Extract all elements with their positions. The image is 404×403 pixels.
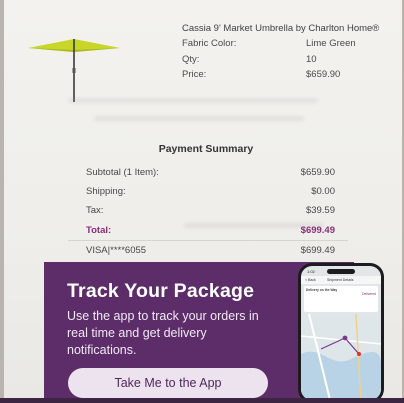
detail-value-fabric-color: Lime Green <box>306 38 356 49</box>
summary-label-subtotal: Subtotal (1 Item): <box>86 167 159 178</box>
product-name: Cassia 9' Market Umbrella by Charlton Ho… <box>182 23 380 34</box>
phone-back-link: < Back <box>305 278 316 282</box>
promo-title: Track Your Package <box>67 280 255 302</box>
phone-nav-title: Shipment Details <box>327 278 354 282</box>
promo-body: Use the app to track your orders in real… <box>67 309 259 357</box>
phone-shipment-card: Delivery on the Way Delivered <box>304 286 378 312</box>
summary-value-subtotal: $659.90 <box>300 167 335 178</box>
phone-screen: 1:02 < Back Shipment Details Delivery on… <box>301 266 381 400</box>
detail-value-price: $659.90 <box>306 69 341 80</box>
banner-bottom-edge <box>0 398 404 403</box>
phone-mockup: 1:02 < Back Shipment Details Delivery on… <box>298 263 384 403</box>
summary-divider <box>68 240 348 241</box>
show-through-smudge <box>68 98 318 103</box>
phone-map <box>301 313 381 400</box>
umbrella-image <box>28 39 120 102</box>
map-graphic <box>301 313 381 400</box>
summary-value-payment-amount: $699.49 <box>300 245 335 256</box>
destination-pin-icon <box>357 352 361 356</box>
phone-nav-bar: < Back Shipment Details <box>301 276 381 284</box>
detail-label-fabric-color: Fabric Color: <box>182 38 237 49</box>
route-line <box>320 337 360 355</box>
summary-label-payment-method: VISA|****6055 <box>86 245 147 256</box>
phone-card-status: Delivered <box>362 292 376 296</box>
phone-status-time: 1:02 <box>307 269 315 274</box>
detail-label-qty: Qty: <box>182 54 200 65</box>
summary-label-tax: Tax: <box>86 205 104 216</box>
summary-value-shipping: $0.00 <box>311 186 335 197</box>
summary-value-total: $699.49 <box>300 225 335 236</box>
payment-summary-title: Payment Summary <box>158 143 254 155</box>
summary-label-shipping: Shipping: <box>86 186 126 197</box>
detail-value-qty: 10 <box>306 54 317 65</box>
summary-value-tax: $39.59 <box>305 205 335 216</box>
show-through-smudge <box>94 116 304 121</box>
take-me-to-app-button[interactable]: Take Me to the App <box>68 368 268 398</box>
delivery-truck-icon <box>342 335 348 341</box>
detail-label-price: Price: <box>182 69 207 80</box>
summary-label-total: Total: <box>86 225 112 236</box>
phone-notch <box>327 269 355 274</box>
